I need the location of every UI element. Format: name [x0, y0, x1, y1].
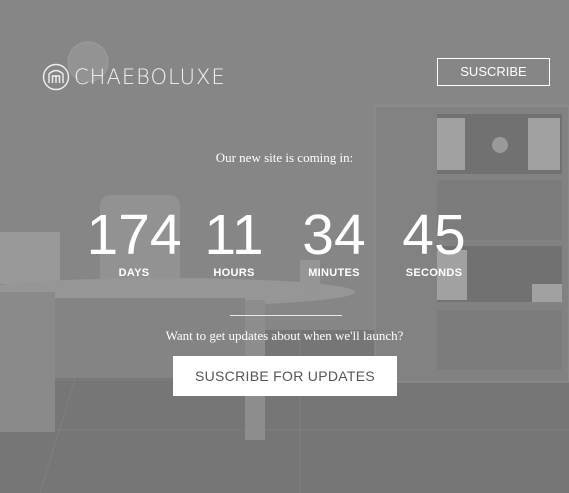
coming-soon-text: Our new site is coming in:: [215, 150, 354, 165]
countdown-days-value: 174: [86, 203, 182, 267]
countdown-minutes-value: 34: [302, 203, 366, 267]
brand-logo[interactable]: CHAEBOLUXE: [42, 62, 226, 92]
countdown-minutes: 34 MINUTES: [284, 205, 384, 279]
countdown-seconds-value: 45: [402, 203, 466, 267]
divider: [230, 315, 342, 316]
countdown-days-label: DAYS: [118, 267, 150, 279]
subscribe-for-updates-button[interactable]: SUSCRIBE FOR UPDATES: [173, 356, 397, 396]
countdown-minutes-label: MINUTES: [308, 267, 360, 279]
header-subscribe-button[interactable]: SUSCRIBE: [437, 58, 550, 86]
countdown-days: 174 DAYS: [84, 205, 184, 279]
countdown-seconds-label: SECONDS: [405, 267, 463, 279]
updates-prompt-text: Want to get updates about when we'll lau…: [165, 328, 404, 343]
logo-mark-icon: [42, 63, 70, 91]
countdown-hours: 11 HOURS: [184, 205, 284, 279]
countdown-hours-value: 11: [204, 203, 264, 267]
countdown-timer: 174 DAYS 11 HOURS 34 MINUTES 45 SECONDS: [84, 205, 494, 285]
countdown-hours-label: HOURS: [213, 267, 255, 279]
brand-name: CHAEBOLUXE: [74, 65, 226, 89]
countdown-seconds: 45 SECONDS: [384, 205, 484, 279]
